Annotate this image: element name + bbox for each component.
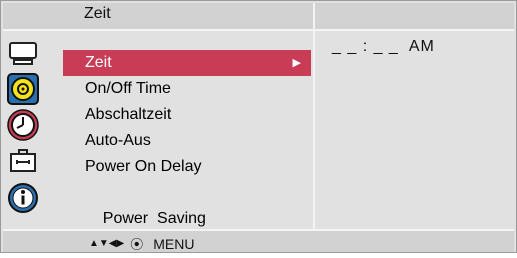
menu-item-power-saving[interactable]: Power Saving	[63, 180, 311, 227]
title-bar	[3, 3, 514, 29]
information-icon[interactable]	[7, 182, 39, 214]
menu-item-auto-aus[interactable]: Auto-Aus	[63, 128, 311, 154]
menu-item-label: Zeit	[85, 54, 112, 71]
bottom-bar	[3, 231, 514, 252]
menu-hint-label: MENU	[153, 235, 195, 252]
menu-item-on-off-time[interactable]: On/Off Time	[63, 76, 311, 102]
clock-icon[interactable]	[7, 109, 39, 141]
title-divider	[3, 29, 514, 31]
select-button-icon: ⦿	[130, 237, 144, 252]
menu-item-label: Auto-Aus	[85, 132, 151, 149]
submenu-arrow-icon: ▶	[292, 57, 301, 69]
menu-item-label: Power On Delay	[85, 158, 202, 175]
sound-icon[interactable]	[7, 73, 39, 105]
column-divider	[313, 3, 315, 250]
menu-item-label: On/Off Time	[85, 80, 171, 97]
picture-icon[interactable]	[7, 37, 39, 69]
osd-menu-panel: Zeit Zeit ▶ On/Off Time Abschaltzeit Aut…	[0, 0, 517, 253]
menu-item-zeit[interactable]: Zeit ▶	[63, 50, 311, 76]
navigation-hint: ▲▼◀▶ ⦿ MENU	[89, 234, 194, 253]
navigation-arrows-icon: ▲▼◀▶	[89, 238, 125, 249]
time-value-display: _ _ : _ _ AM	[332, 38, 435, 55]
menu-item-abschaltzeit[interactable]: Abschaltzeit	[63, 102, 311, 128]
menu-title: Zeit	[84, 5, 111, 22]
menu-item-label: Abschaltzeit	[85, 106, 172, 123]
option-toolbox-icon[interactable]	[7, 145, 39, 177]
menu-item-power-on-delay[interactable]: Power On Delay	[63, 154, 311, 180]
menu-item-label: Power Saving	[102, 210, 206, 227]
